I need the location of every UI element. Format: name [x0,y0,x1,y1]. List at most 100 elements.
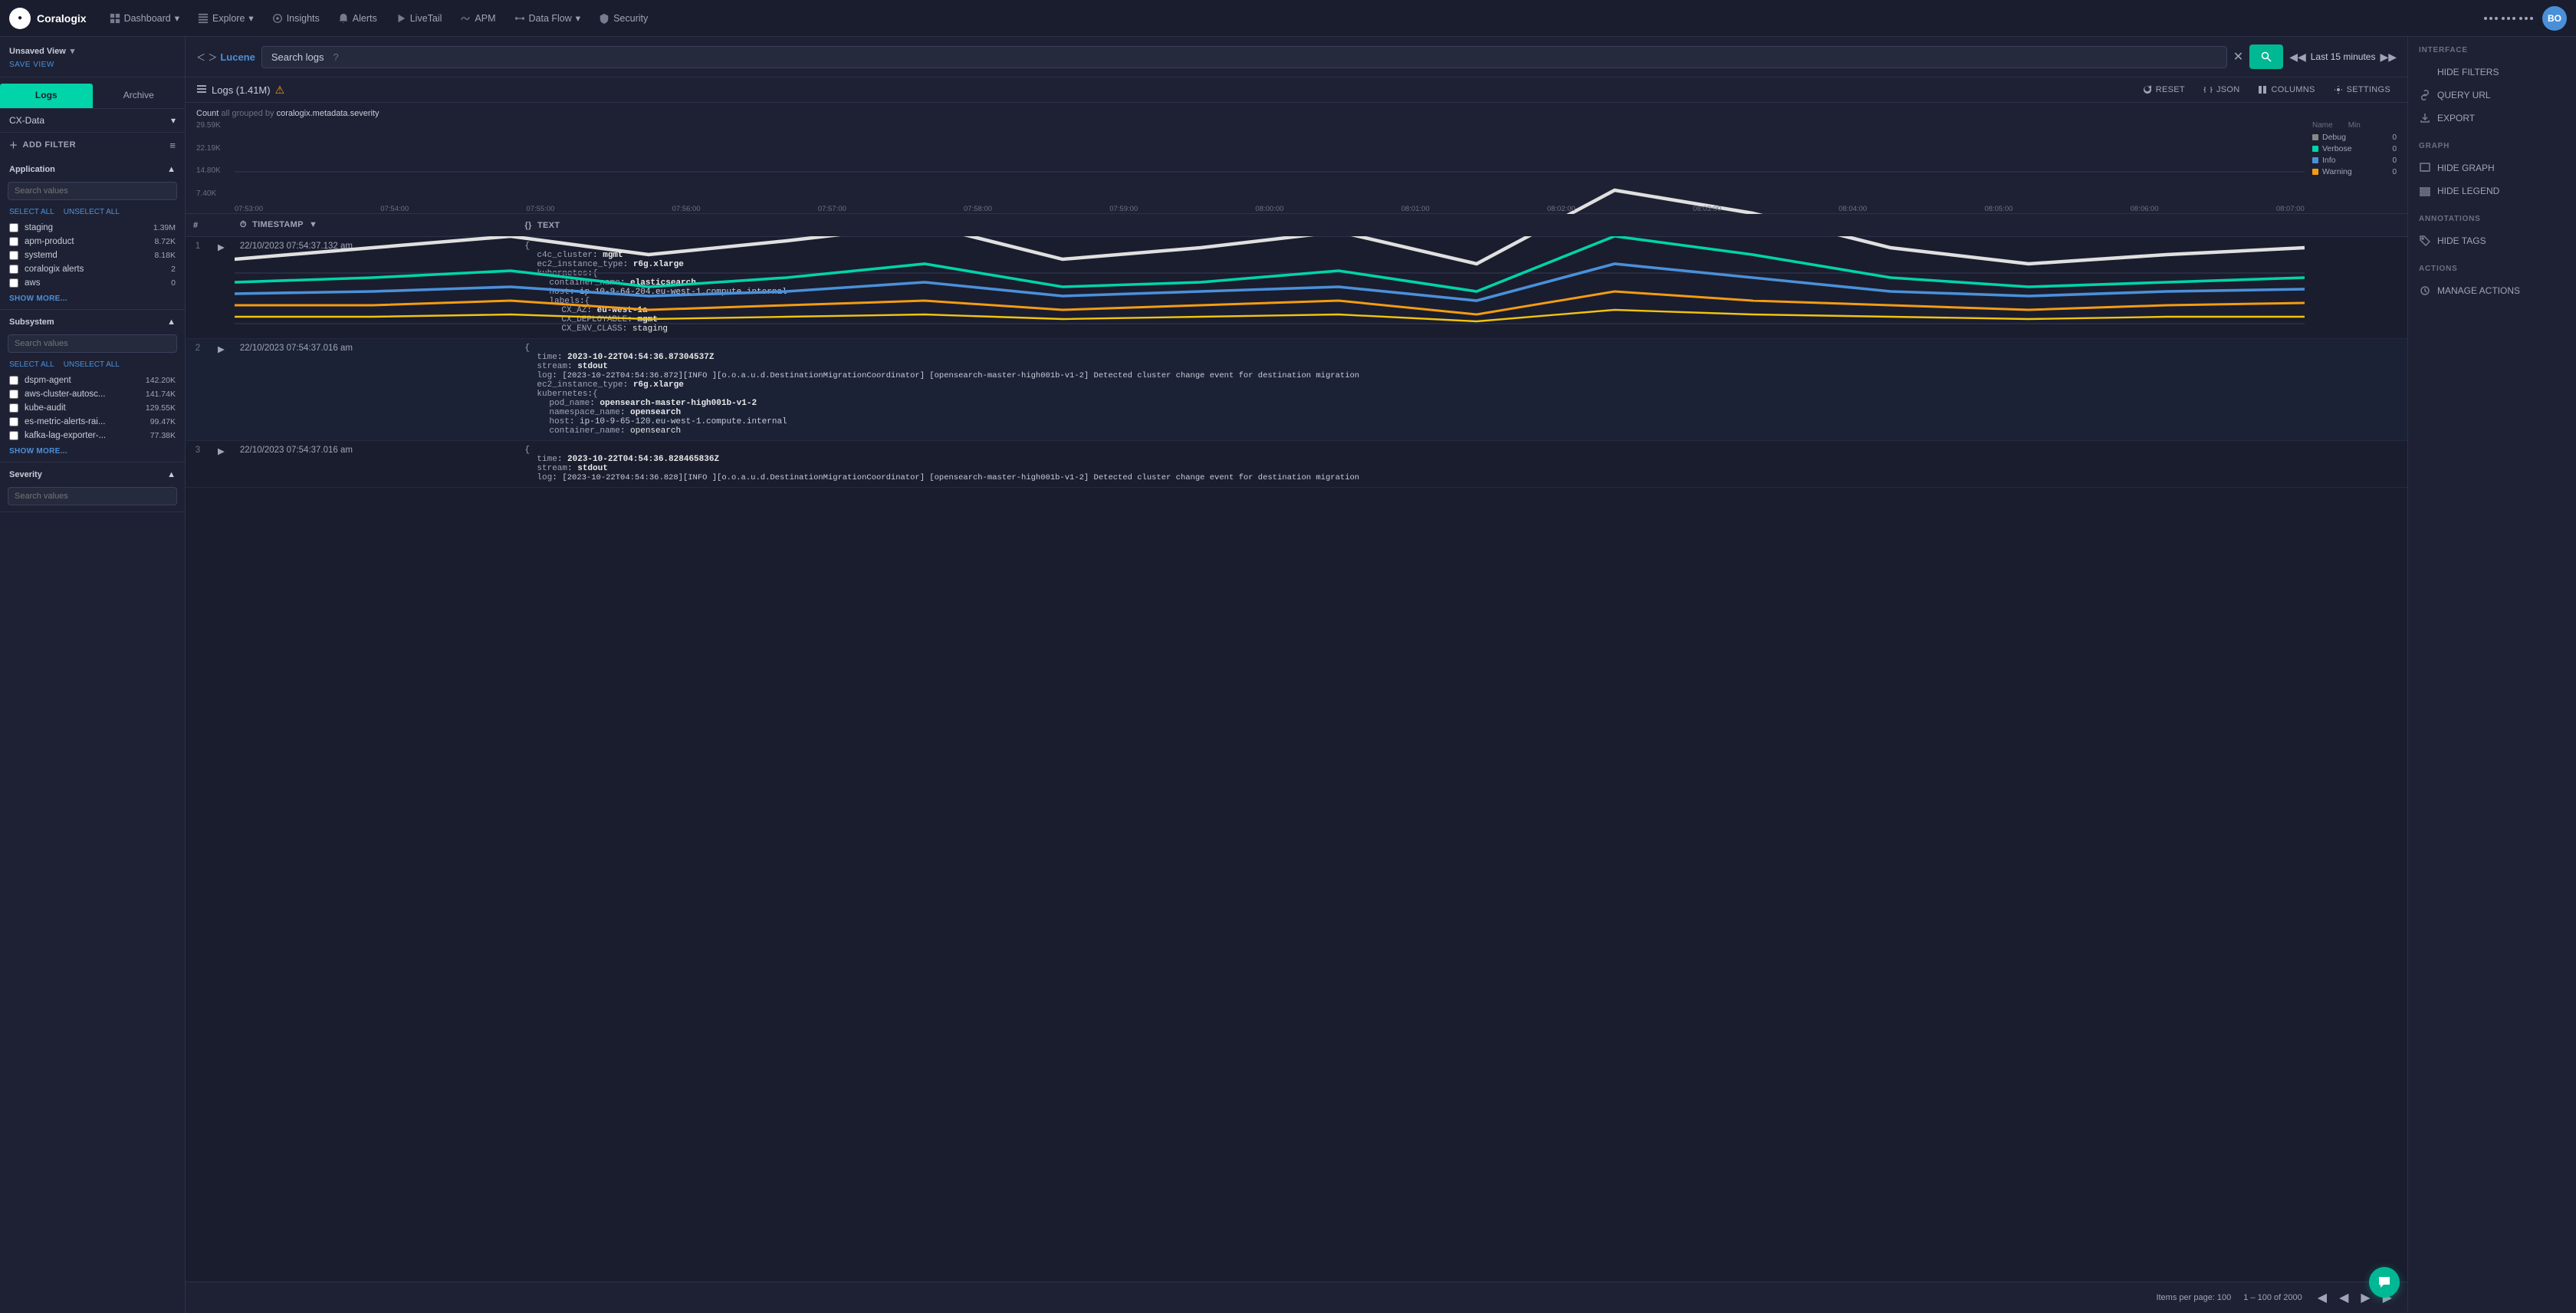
filter-systemd-checkbox[interactable] [9,251,18,260]
rp-hide-legend[interactable]: HIDE LEGEND [2408,179,2576,202]
section-severity: Severity ▲ [0,462,185,512]
rp-hide-filters[interactable]: HIDE FILTERS [2408,61,2576,84]
search-bar: ＜ ＞ Lucene Search logs ? ✕ ◀◀ Last 15 mi… [186,37,2407,77]
rp-hide-tags[interactable]: HIDE TAGS [2408,229,2576,252]
rp-export[interactable]: EXPORT [2408,107,2576,130]
nav-logo[interactable]: ● Coralogix [9,8,87,29]
time-prev-btn[interactable]: ◀◀ [2289,51,2306,64]
rp-query-url[interactable]: QUERY URL [2408,84,2576,107]
filter-aws-cluster-checkbox[interactable] [9,390,18,399]
time-next-btn[interactable]: ▶▶ [2380,51,2397,64]
search-help-icon[interactable]: ? [334,51,339,63]
right-panel: INTERFACE HIDE FILTERS QUERY URL EXPORT [2407,37,2576,1313]
user-avatar[interactable]: BO [2542,6,2567,31]
filter-dspm-agent-checkbox[interactable] [9,376,18,385]
filter-kafka-lag[interactable]: kafka-lag-exporter-... 77.38K [0,429,185,443]
json-icon [2203,85,2213,94]
show-more-subsystem[interactable]: SHOW MORE... [0,443,185,462]
col-timestamp[interactable]: ⏱ TIMESTAMP ▼ [232,214,518,237]
filter-kube-audit-checkbox[interactable] [9,403,18,413]
filter-aws[interactable]: aws 0 [0,276,185,290]
next-page-btn[interactable]: ▶ [2358,1288,2373,1307]
columns-icon [2258,85,2267,94]
filter-apm-product[interactable]: apm-product 8.72K [0,235,185,248]
first-page-btn[interactable]: ◀ [2315,1288,2330,1307]
filter-staging-checkbox[interactable] [9,223,18,232]
insights-icon [272,13,283,24]
reset-btn[interactable]: RESET [2137,82,2191,97]
add-filter-btn[interactable]: ＋ ADD FILTER [9,139,76,151]
filter-dspm-agent[interactable]: dspm-agent 142.20K [0,373,185,387]
row-timestamp-2: 22/10/2023 07:54:37.016 am [232,339,518,441]
filter-kafka-lag-checkbox[interactable] [9,431,18,440]
cx-data-dropdown[interactable]: ▾ [171,115,176,126]
legend-warning: Warning 0 [2312,167,2397,176]
filter-aws-cluster[interactable]: aws-cluster-autosc... 141.74K [0,387,185,401]
unselect-all-application[interactable]: UNSELECT ALL [64,208,120,216]
dataflow-icon [514,13,525,24]
nav-more-dots[interactable] [2478,11,2539,26]
application-search-input[interactable] [8,182,177,200]
filter-coralogix-alerts[interactable]: coralogix alerts 2 [0,262,185,276]
filter-aws-checkbox[interactable] [9,278,18,288]
shield-icon [599,13,610,24]
tab-logs[interactable]: Logs [0,84,93,108]
nav-item-apm[interactable]: APM [452,8,503,28]
nav-item-alerts[interactable]: Alerts [330,8,385,28]
filter-coralogix-alerts-checkbox[interactable] [9,265,18,274]
filter-staging[interactable]: staging 1.39M [0,221,185,235]
prev-page-btn[interactable]: ◀ [2336,1288,2351,1307]
logs-count-label: Logs (1.41M) [212,84,271,96]
nav-item-insights[interactable]: Insights [264,8,327,28]
nav-item-livetail[interactable]: LiveTail [388,8,450,28]
row-expand-1[interactable]: ▶ [210,237,232,339]
severity-search-input[interactable] [8,487,177,505]
plus-icon: ＋ [9,139,18,151]
logo-text: Coralogix [37,12,87,25]
chat-bubble[interactable] [2369,1267,2400,1298]
filter-apm-product-checkbox[interactable] [9,237,18,246]
log-table-wrap: # ⏱ TIMESTAMP ▼ {} TEXT [186,214,2407,1282]
subsystem-search-input[interactable] [8,334,177,353]
nav-item-security[interactable]: Security [591,8,656,28]
nav-item-dataflow[interactable]: Data Flow ▾ [507,8,589,28]
chat-icon [2377,1275,2391,1289]
bell-icon [338,13,349,24]
json-btn[interactable]: JSON [2197,82,2246,97]
row-expand-3[interactable]: ▶ [210,441,232,488]
legend-info: Info 0 [2312,156,2397,165]
nav-item-dashboard[interactable]: Dashboard ▾ [102,8,187,28]
unselect-all-subsystem[interactable]: UNSELECT ALL [64,360,120,369]
select-all-subsystem[interactable]: SELECT ALL [9,360,54,369]
unsaved-view-dropdown[interactable]: ▾ [71,46,75,56]
search-clear-btn[interactable]: ✕ [2233,49,2243,64]
row-expand-2[interactable]: ▶ [210,339,232,441]
link-icon [2419,89,2431,101]
filter-options-icon[interactable]: ≡ [169,140,176,151]
section-application-header[interactable]: Application ▲ [0,157,185,179]
row-num-2: 2 [186,339,210,441]
sort-icon[interactable]: ▼ [309,220,317,229]
columns-btn[interactable]: COLUMNS [2252,82,2321,97]
unsaved-view[interactable]: Unsaved View ▾ [9,43,176,59]
filter-systemd[interactable]: systemd 8.18K [0,248,185,262]
filter-es-metric-checkbox[interactable] [9,417,18,426]
rp-manage-actions[interactable]: MANAGE ACTIONS [2408,279,2576,302]
nav-item-explore[interactable]: Explore ▾ [190,8,261,28]
rp-section-interface: INTERFACE HIDE FILTERS QUERY URL EXPORT [2408,46,2576,130]
grid-icon [110,13,120,24]
show-more-application[interactable]: SHOW MORE... [0,290,185,309]
rp-section-annotations: ANNOTATIONS HIDE TAGS [2408,215,2576,252]
filter-es-metric[interactable]: es-metric-alerts-rai... 99.47K [0,415,185,429]
filter-kube-audit[interactable]: kube-audit 129.55K [0,401,185,415]
col-num: # [186,214,210,237]
section-subsystem-header[interactable]: Subsystem ▲ [0,310,185,331]
settings-btn[interactable]: SETTINGS [2328,82,2397,97]
section-severity-header[interactable]: Severity ▲ [0,462,185,484]
tab-archive[interactable]: Archive [93,84,186,108]
save-view-btn[interactable]: SAVE VIEW [9,59,176,71]
search-go-btn[interactable] [2249,44,2283,69]
table-row: 2 ▶ 22/10/2023 07:54:37.016 am { time: 2… [186,339,2407,441]
select-all-application[interactable]: SELECT ALL [9,208,54,216]
rp-hide-graph[interactable]: HIDE GRAPH [2408,156,2576,179]
